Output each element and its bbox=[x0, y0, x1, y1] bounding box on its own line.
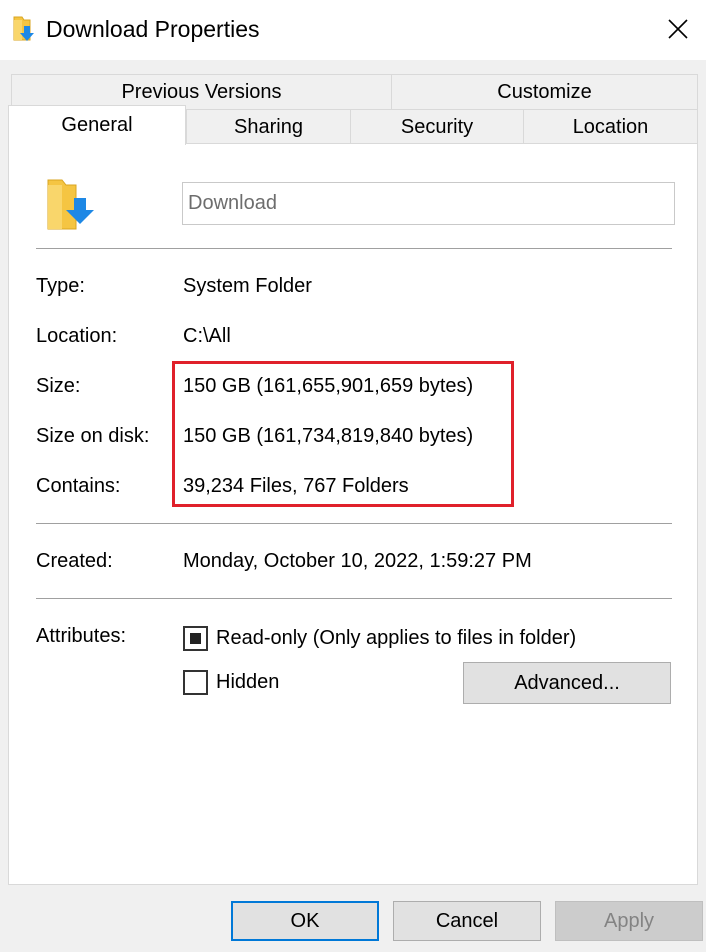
size-on-disk-label: Size on disk: bbox=[36, 425, 150, 447]
contains-label: Contains: bbox=[36, 475, 121, 497]
general-panel bbox=[8, 143, 698, 885]
close-button[interactable] bbox=[650, 0, 706, 58]
separator bbox=[36, 598, 672, 599]
tab-security[interactable]: Security bbox=[350, 109, 524, 145]
hidden-label: Hidden bbox=[216, 671, 280, 693]
location-value: C:\All bbox=[183, 325, 231, 347]
type-label: Type: bbox=[36, 275, 85, 297]
size-label: Size: bbox=[36, 375, 81, 397]
folder-download-large-icon bbox=[44, 176, 98, 232]
ok-button[interactable]: OK bbox=[231, 901, 379, 941]
attributes-label: Attributes: bbox=[36, 625, 127, 647]
tab-location[interactable]: Location bbox=[523, 109, 698, 145]
separator bbox=[36, 523, 672, 524]
advanced-button[interactable]: Advanced... bbox=[463, 662, 671, 704]
apply-button[interactable]: Apply bbox=[555, 901, 703, 941]
location-label: Location: bbox=[36, 325, 118, 347]
hidden-checkbox[interactable] bbox=[183, 670, 208, 695]
created-value: Monday, October 10, 2022, 1:59:27 PM bbox=[183, 550, 532, 572]
title-bar: Download Properties bbox=[0, 0, 706, 60]
tab-customize[interactable]: Customize bbox=[391, 74, 698, 110]
readonly-label: Read-only (Only applies to files in fold… bbox=[216, 627, 577, 649]
properties-window: Download Properties Previous Versions Cu… bbox=[0, 0, 706, 952]
tab-general[interactable]: General bbox=[8, 105, 186, 145]
cancel-button[interactable]: Cancel bbox=[393, 901, 541, 941]
created-label: Created: bbox=[36, 550, 113, 572]
highlight-box bbox=[172, 361, 514, 507]
readonly-checkbox[interactable] bbox=[183, 626, 208, 651]
folder-download-icon bbox=[12, 14, 38, 44]
folder-name-input[interactable] bbox=[182, 182, 675, 225]
type-value: System Folder bbox=[183, 275, 312, 297]
window-title: Download Properties bbox=[46, 16, 260, 42]
tab-sharing[interactable]: Sharing bbox=[186, 109, 351, 145]
separator bbox=[36, 248, 672, 249]
close-icon bbox=[668, 19, 688, 39]
indeterminate-mark bbox=[190, 633, 201, 644]
